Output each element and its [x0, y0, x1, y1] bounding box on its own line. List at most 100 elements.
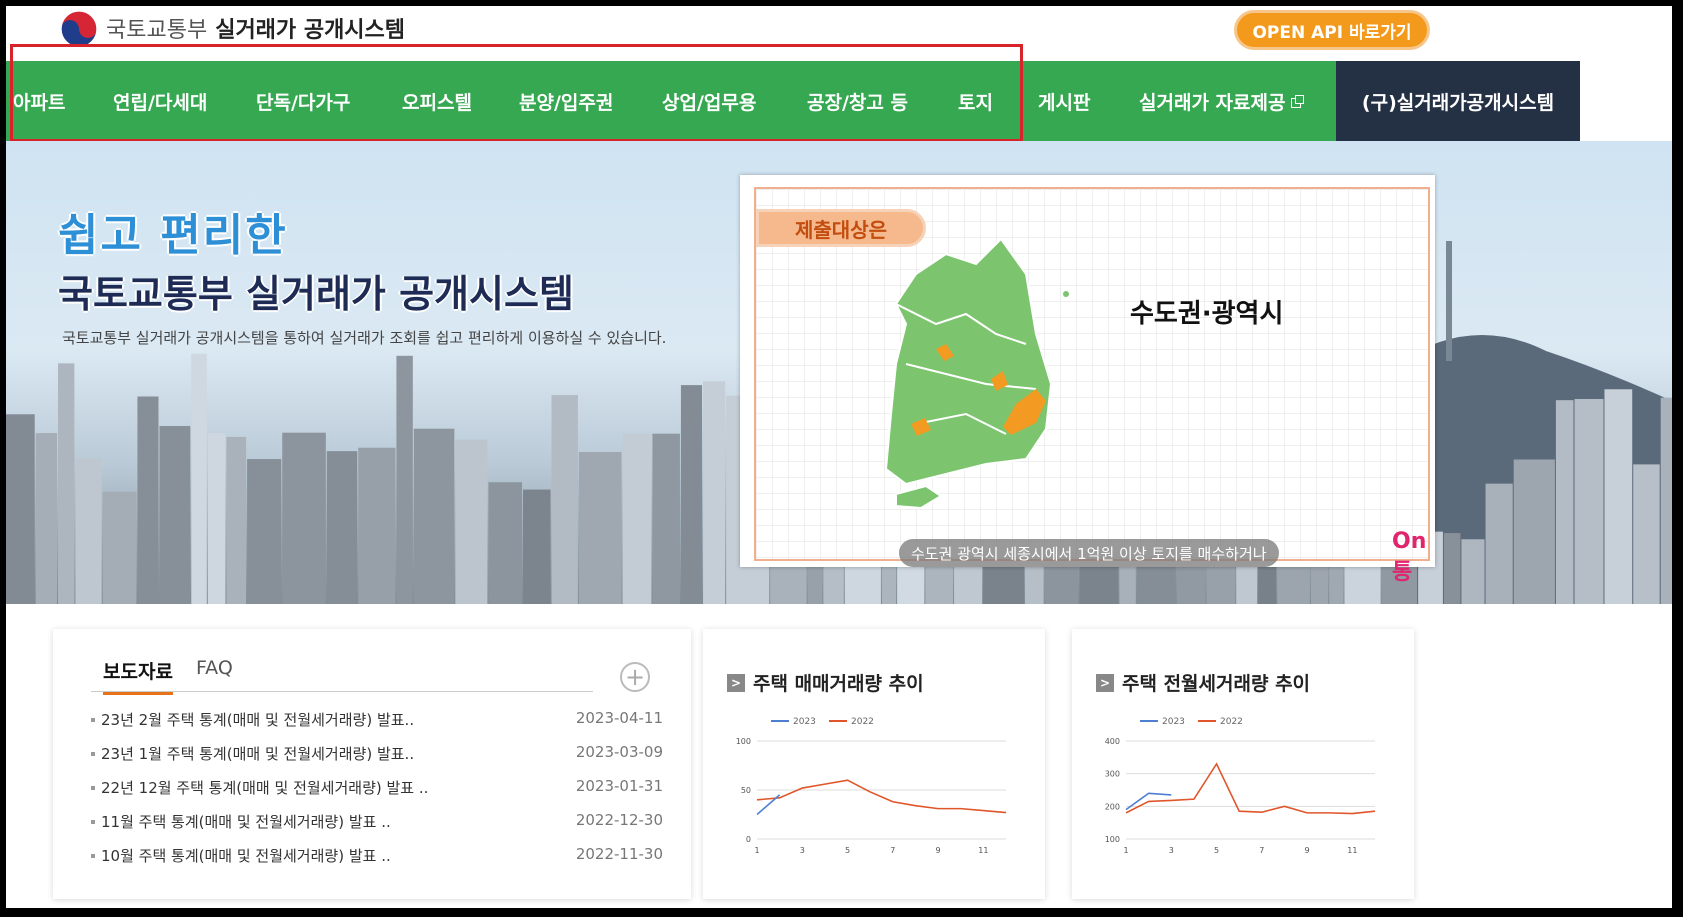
news-title: 11월 주택 통계(매매 및 전월세거래량) 발표 .. — [101, 813, 391, 831]
nav-item-officetel[interactable]: 오피스텔 — [402, 61, 472, 141]
x-tick-label: 5 — [845, 846, 850, 855]
nav-item-factory[interactable]: 공장/창고 등 — [807, 61, 908, 141]
list-item[interactable]: 23년 2월 주택 통계(매매 및 전월세거래량) 발표.. 2023-04-11 — [91, 707, 663, 741]
news-date: 2023-04-11 — [575, 709, 663, 727]
building-shape — [551, 395, 578, 604]
building-shape — [1660, 397, 1672, 604]
page: 국토교통부 실거래가 공개시스템 OPEN API 바로가기 아파트 연립/다세대… — [6, 6, 1672, 908]
tab-press-release[interactable]: 보도자료 — [103, 657, 173, 695]
chart-title: > 주택 매매거래량 추이 — [727, 669, 924, 696]
sales-volume-chart-panel[interactable]: > 주택 매매거래량 추이 2023 2022 0 50 100 1 3 5 7 9 11 — [703, 629, 1045, 899]
building-shape — [396, 355, 413, 604]
external-link-icon — [1291, 95, 1305, 108]
building-shape — [1461, 539, 1485, 604]
building-shape — [58, 363, 75, 604]
y-tick-label: 400 — [1105, 737, 1120, 746]
x-tick-label: 7 — [1259, 846, 1264, 855]
list-item[interactable]: 10월 주택 통계(매매 및 전월세거래량) 발표 .. 2022-11-30 — [91, 843, 663, 877]
x-tick-label: 3 — [800, 846, 805, 855]
old-system-link[interactable]: (구)실거래가공개시스템 — [1336, 61, 1580, 141]
building-shape — [226, 436, 247, 604]
news-title: 10월 주택 통계(매매 및 전월세거래량) 발표 .. — [101, 847, 391, 865]
bullet-icon — [91, 786, 95, 790]
video-caption: 수도권 광역시 세종시에서 1억원 이상 토지를 매수하거나 — [899, 539, 1279, 567]
building-shape — [358, 447, 396, 604]
open-api-button[interactable]: OPEN API 바로가기 — [1234, 10, 1430, 50]
y-tick-label: 100 — [736, 737, 751, 746]
x-tick-label: 1 — [754, 846, 759, 855]
main-nav: 아파트 연립/다세대 단독/다가구 오피스텔 분양/입주권 상업/업무용 공장/… — [6, 61, 1672, 141]
legend-label: 2023 — [1162, 717, 1185, 727]
building-shape — [282, 432, 326, 604]
building-shape — [1574, 398, 1604, 604]
nav-item-data-provision-label: 실거래가 자료제공 — [1139, 91, 1286, 114]
bullet-icon — [91, 854, 95, 858]
tab-faq[interactable]: FAQ — [196, 657, 233, 679]
bullet-icon — [91, 820, 95, 824]
hero-title-line1: 쉽고 편리한 — [58, 210, 288, 261]
building-shape — [703, 381, 726, 604]
chart-title: > 주택 전월세거래량 추이 — [1096, 669, 1310, 696]
news-title: 23년 1월 주택 통계(매매 및 전월세거래량) 발표.. — [101, 745, 415, 763]
building-shape — [622, 433, 652, 604]
nav-item-land[interactable]: 토지 — [958, 61, 993, 141]
y-tick-label: 100 — [1105, 835, 1120, 844]
logo-ministry: 국토교통부 — [106, 18, 208, 43]
government-emblem-icon — [60, 10, 98, 48]
legend-label: 2023 — [793, 717, 816, 727]
nav-item-detached-house[interactable]: 단독/다가구 — [256, 61, 350, 141]
hero-banner: 쉽고 편리한 국토교통부 실거래가 공개시스템 국토교통부 실거래가 공개시스템… — [6, 141, 1672, 604]
building-shape — [326, 451, 358, 604]
site-logo[interactable]: 국토교통부 실거래가 공개시스템 — [106, 12, 405, 44]
list-item[interactable]: 23년 1월 주택 통계(매매 및 전월세거래량) 발표.. 2023-03-09 — [91, 741, 663, 775]
y-tick-label: 200 — [1105, 802, 1120, 811]
building-shape — [1555, 400, 1574, 604]
news-date: 2023-01-31 — [575, 777, 663, 795]
nav-item-data-provision[interactable]: 실거래가 자료제공 — [1139, 61, 1305, 141]
news-tabs: 보도자료 FAQ — [91, 655, 593, 695]
rent-volume-chart-panel[interactable]: > 주택 전월세거래량 추이 2023 2022 100 200 300 400 1 3 5 7 9… — [1072, 629, 1414, 899]
bottom-section: 보도자료 FAQ + 23년 2월 주택 통계(매매 및 전월세거래량) 발표.… — [6, 604, 1672, 908]
building-shape — [578, 452, 622, 604]
x-tick-label: 3 — [1169, 846, 1174, 855]
more-button[interactable]: + — [620, 662, 650, 692]
building-shape — [680, 385, 703, 604]
nav-item-apartment[interactable]: 아파트 — [13, 61, 65, 141]
building-shape — [1513, 459, 1555, 604]
building-shape — [6, 414, 35, 604]
nav-item-commercial[interactable]: 상업/업무용 — [662, 61, 756, 141]
video-region-label: 수도권·광역시 — [1130, 299, 1284, 329]
building-shape — [455, 439, 488, 604]
nav-item-presale[interactable]: 분양/입주권 — [519, 61, 613, 141]
building-shape — [1485, 483, 1513, 604]
ontong-tv-logo: On통 — [1392, 529, 1427, 585]
chevron-right-icon: > — [1096, 673, 1114, 692]
hero-title-line2: 국토교통부 실거래가 공개시스템 — [58, 272, 574, 316]
bullet-icon — [91, 718, 95, 722]
legend-label: 2022 — [851, 717, 874, 727]
x-tick-label: 7 — [890, 846, 895, 855]
x-tick-label: 11 — [1347, 846, 1357, 855]
promo-video-card[interactable]: 제출대상은 수도권·광역시 수도권 광역시 세종시에서 1억원 이상 토지를 매… — [740, 175, 1435, 585]
y-tick-label: 50 — [741, 786, 751, 795]
x-tick-label: 1 — [1123, 846, 1128, 855]
building-shape — [413, 428, 455, 604]
news-date: 2022-12-30 — [575, 811, 663, 829]
building-shape — [247, 459, 282, 604]
list-item[interactable]: 11월 주택 통계(매매 및 전월세거래량) 발표 .. 2022-12-30 — [91, 809, 663, 843]
list-item[interactable]: 22년 12월 주택 통계(매매 및 전월세거래량) 발표 .. 2023-01-… — [91, 775, 663, 809]
building-shape — [207, 432, 226, 604]
rent-volume-chart: 2023 2022 100 200 300 400 1 3 5 7 9 11 — [1105, 717, 1376, 855]
logo-system: 실거래가 공개시스템 — [215, 18, 406, 43]
news-list: 23년 2월 주택 통계(매매 및 전월세거래량) 발표.. 2023-04-11… — [91, 707, 663, 877]
building-shape — [102, 491, 137, 604]
chevron-right-icon: > — [727, 673, 745, 692]
building-shape — [523, 489, 551, 604]
series-line-2023 — [756, 794, 781, 816]
nav-item-board[interactable]: 게시판 — [1038, 61, 1090, 141]
nav-item-rowhouse[interactable]: 연립/다세대 — [113, 61, 207, 141]
bullet-icon — [91, 752, 95, 756]
building-shape — [137, 396, 159, 604]
legend-label: 2022 — [1220, 717, 1243, 727]
chart-title-text: 주택 전월세거래량 추이 — [1122, 673, 1311, 695]
